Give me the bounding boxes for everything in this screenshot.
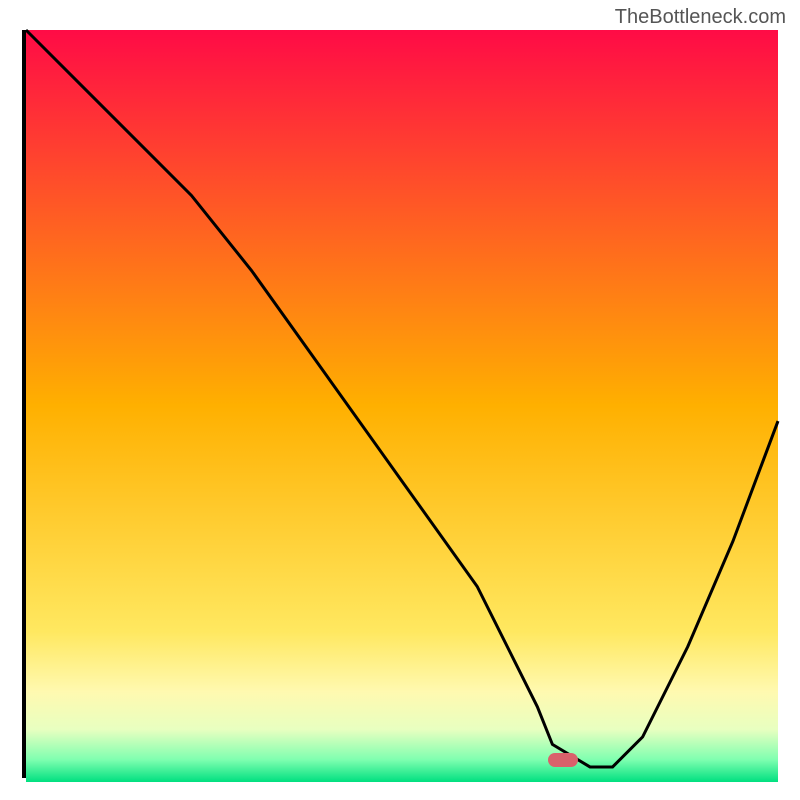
plot-area (22, 30, 778, 778)
optimal-marker (548, 753, 578, 767)
watermark-label: TheBottleneck.com (615, 6, 786, 29)
bottleneck-curve (26, 30, 778, 782)
